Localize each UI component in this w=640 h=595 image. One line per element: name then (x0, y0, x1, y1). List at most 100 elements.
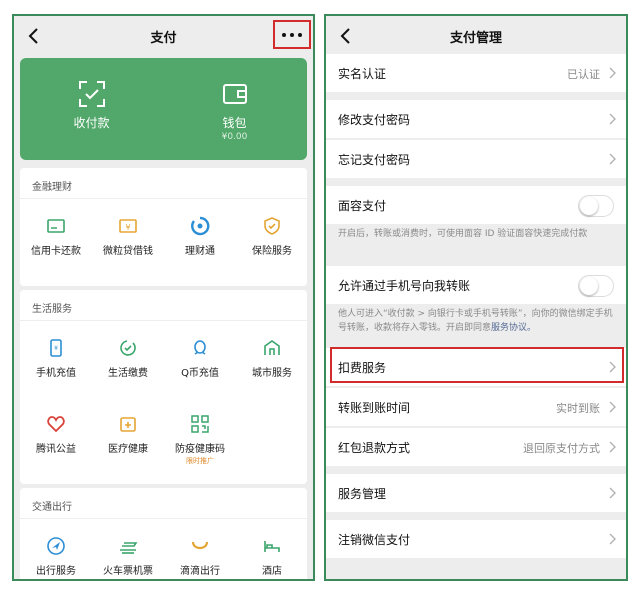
grid-label: 保险服务 (252, 246, 292, 257)
hotel-button[interactable]: 酒店 (236, 536, 307, 579)
payment-screen: 支付 收付款 钱包 ¥0.00 金融理财 信用卡还款 ¥ 微粒贷借钱 理财通 保… (12, 14, 315, 581)
didi-button[interactable]: 滴滴出行 (164, 536, 236, 579)
credit-card-repay-button[interactable]: 信用卡还款 (20, 216, 92, 266)
section-title: 交通出行 (32, 502, 72, 513)
travel-service-button[interactable]: 出行服务 (20, 536, 92, 579)
medical-icon (120, 417, 136, 432)
city-service-icon (264, 340, 280, 355)
row-label: 转账到账时间 (338, 401, 411, 415)
utility-bill-icon (120, 340, 136, 356)
toggle-knob (580, 197, 598, 215)
chevron-right-icon (609, 67, 616, 79)
grid-label: 出行服务 (36, 566, 76, 577)
qr-code-icon (191, 415, 209, 433)
more-dots-icon (282, 33, 302, 37)
row-label: 注销微信支付 (338, 533, 411, 547)
phone-transfer-toggle[interactable] (578, 275, 614, 297)
qq-coin-icon (194, 340, 206, 355)
service-management-row[interactable]: 服务管理 (326, 474, 626, 512)
grid-label: 城市服务 (252, 368, 292, 379)
chevron-right-icon (609, 441, 616, 453)
train-icon (120, 542, 138, 554)
forgot-password-row[interactable]: 忘记支付密码 (326, 140, 626, 178)
top-bar: 支付 (14, 16, 313, 56)
grid-label: 信用卡还款 (31, 246, 81, 257)
row-label: 实名认证 (338, 67, 387, 81)
note-text: 他人可进入“收付款 > 向银行卡或手机号转账”，向你的微信绑定手机号转账，收款将… (338, 309, 613, 333)
row-label: 红包退款方式 (338, 441, 411, 455)
grid-label: 生活缴费 (108, 368, 148, 379)
wealth-icon (191, 216, 210, 236)
face-pay-note: 开启后，转账或消费时，可使用面容 ID 验证面容快速完成付款 (338, 229, 588, 239)
utility-bill-button[interactable]: 生活缴费 (92, 338, 164, 388)
city-service-button[interactable]: 城市服务 (236, 338, 307, 388)
chevron-right-icon (609, 113, 616, 125)
row-value: 实时到账 (556, 402, 600, 415)
modify-password-row[interactable]: 修改支付密码 (326, 100, 626, 138)
section-title: 生活服务 (32, 304, 72, 315)
credit-card-icon (47, 219, 65, 233)
phone-transfer-row: 允许通过手机号向我转账 (326, 266, 626, 304)
charity-button[interactable]: 腾讯公益 (20, 414, 92, 464)
promo-tag: 限时推广 (186, 457, 214, 465)
grid-label: 滴滴出行 (180, 566, 220, 577)
didi-icon (191, 541, 209, 550)
svg-text:¥: ¥ (54, 345, 58, 352)
grid-label: 微粒贷借钱 (103, 246, 153, 257)
receive-pay-button[interactable]: 收付款 (20, 58, 163, 160)
grid-label: 酒店 (262, 566, 282, 577)
loan-button[interactable]: ¥ 微粒贷借钱 (92, 216, 164, 266)
chevron-right-icon (609, 533, 616, 545)
row-label: 修改支付密码 (338, 113, 411, 127)
phone-transfer-note: 他人可进入“收付款 > 向银行卡或手机号转账”，向你的微信绑定手机号转账，收款将… (338, 307, 616, 335)
insurance-button[interactable]: 保险服务 (236, 216, 307, 266)
more-button[interactable] (273, 20, 311, 49)
face-pay-row: 面容支付 (326, 186, 626, 224)
toggle-knob (580, 277, 598, 295)
arrival-time-row[interactable]: 转账到账时间 实时到账 (326, 388, 626, 426)
wallet-balance: ¥0.00 (221, 132, 248, 142)
life-services-section: 生活服务 ¥ 手机充值 生活缴费 Q币充值 城市服务 腾讯公益 医疗健康 防疫健… (20, 290, 307, 484)
payment-management-screen: 支付管理 实名认证 已认证 修改支付密码 忘记支付密码 面容支付 开启后，转账或… (324, 14, 628, 581)
row-label: 允许通过手机号向我转账 (338, 279, 471, 293)
svg-text:¥: ¥ (125, 223, 130, 232)
scan-check-icon (79, 81, 105, 107)
wallet-icon (223, 84, 247, 104)
wealth-button[interactable]: 理财通 (164, 216, 236, 266)
chevron-right-icon (609, 401, 616, 413)
chevron-right-icon (609, 153, 616, 165)
insurance-icon (264, 217, 280, 235)
row-value: 已认证 (567, 68, 600, 81)
row-label: 服务管理 (338, 487, 387, 501)
face-pay-toggle[interactable] (578, 195, 614, 217)
finance-section: 金融理财 信用卡还款 ¥ 微粒贷借钱 理财通 保险服务 (20, 168, 307, 286)
red-packet-refund-row[interactable]: 红包退款方式 退回原支付方式 (326, 428, 626, 466)
navigation-icon (47, 537, 65, 555)
grid-label: 理财通 (185, 246, 215, 257)
service-agreement-link[interactable]: 服务协议。 (491, 323, 536, 333)
wallet-button[interactable]: 钱包 ¥0.00 (163, 58, 306, 160)
receive-pay-label: 收付款 (73, 116, 110, 130)
train-flight-button[interactable]: 火车票机票 (92, 536, 164, 579)
divider (20, 198, 307, 199)
divider (20, 518, 307, 519)
grid-label: 火车票机票 (103, 566, 153, 577)
grid-label: 腾讯公益 (36, 444, 76, 455)
row-label: 忘记支付密码 (338, 153, 411, 167)
row-label: 面容支付 (338, 199, 387, 213)
phone-topup-button[interactable]: ¥ 手机充值 (20, 338, 92, 388)
top-bar: 支付管理 (326, 16, 626, 56)
divider (20, 320, 307, 321)
cancel-wechat-pay-row[interactable]: 注销微信支付 (326, 520, 626, 558)
hotel-bed-icon (264, 541, 280, 552)
grid-label: 防疫健康码 (175, 444, 225, 455)
grid-label: 手机充值 (36, 368, 76, 379)
qq-coin-button[interactable]: Q币充值 (164, 338, 236, 388)
row-value: 退回原支付方式 (523, 442, 600, 455)
medical-button[interactable]: 医疗健康 (92, 414, 164, 464)
loan-icon: ¥ (119, 219, 137, 233)
health-code-button[interactable]: 防疫健康码 限时推广 (164, 414, 236, 465)
charity-heart-icon (47, 416, 65, 433)
realname-row[interactable]: 实名认证 已认证 (326, 54, 626, 92)
page-title: 支付 (150, 31, 177, 46)
